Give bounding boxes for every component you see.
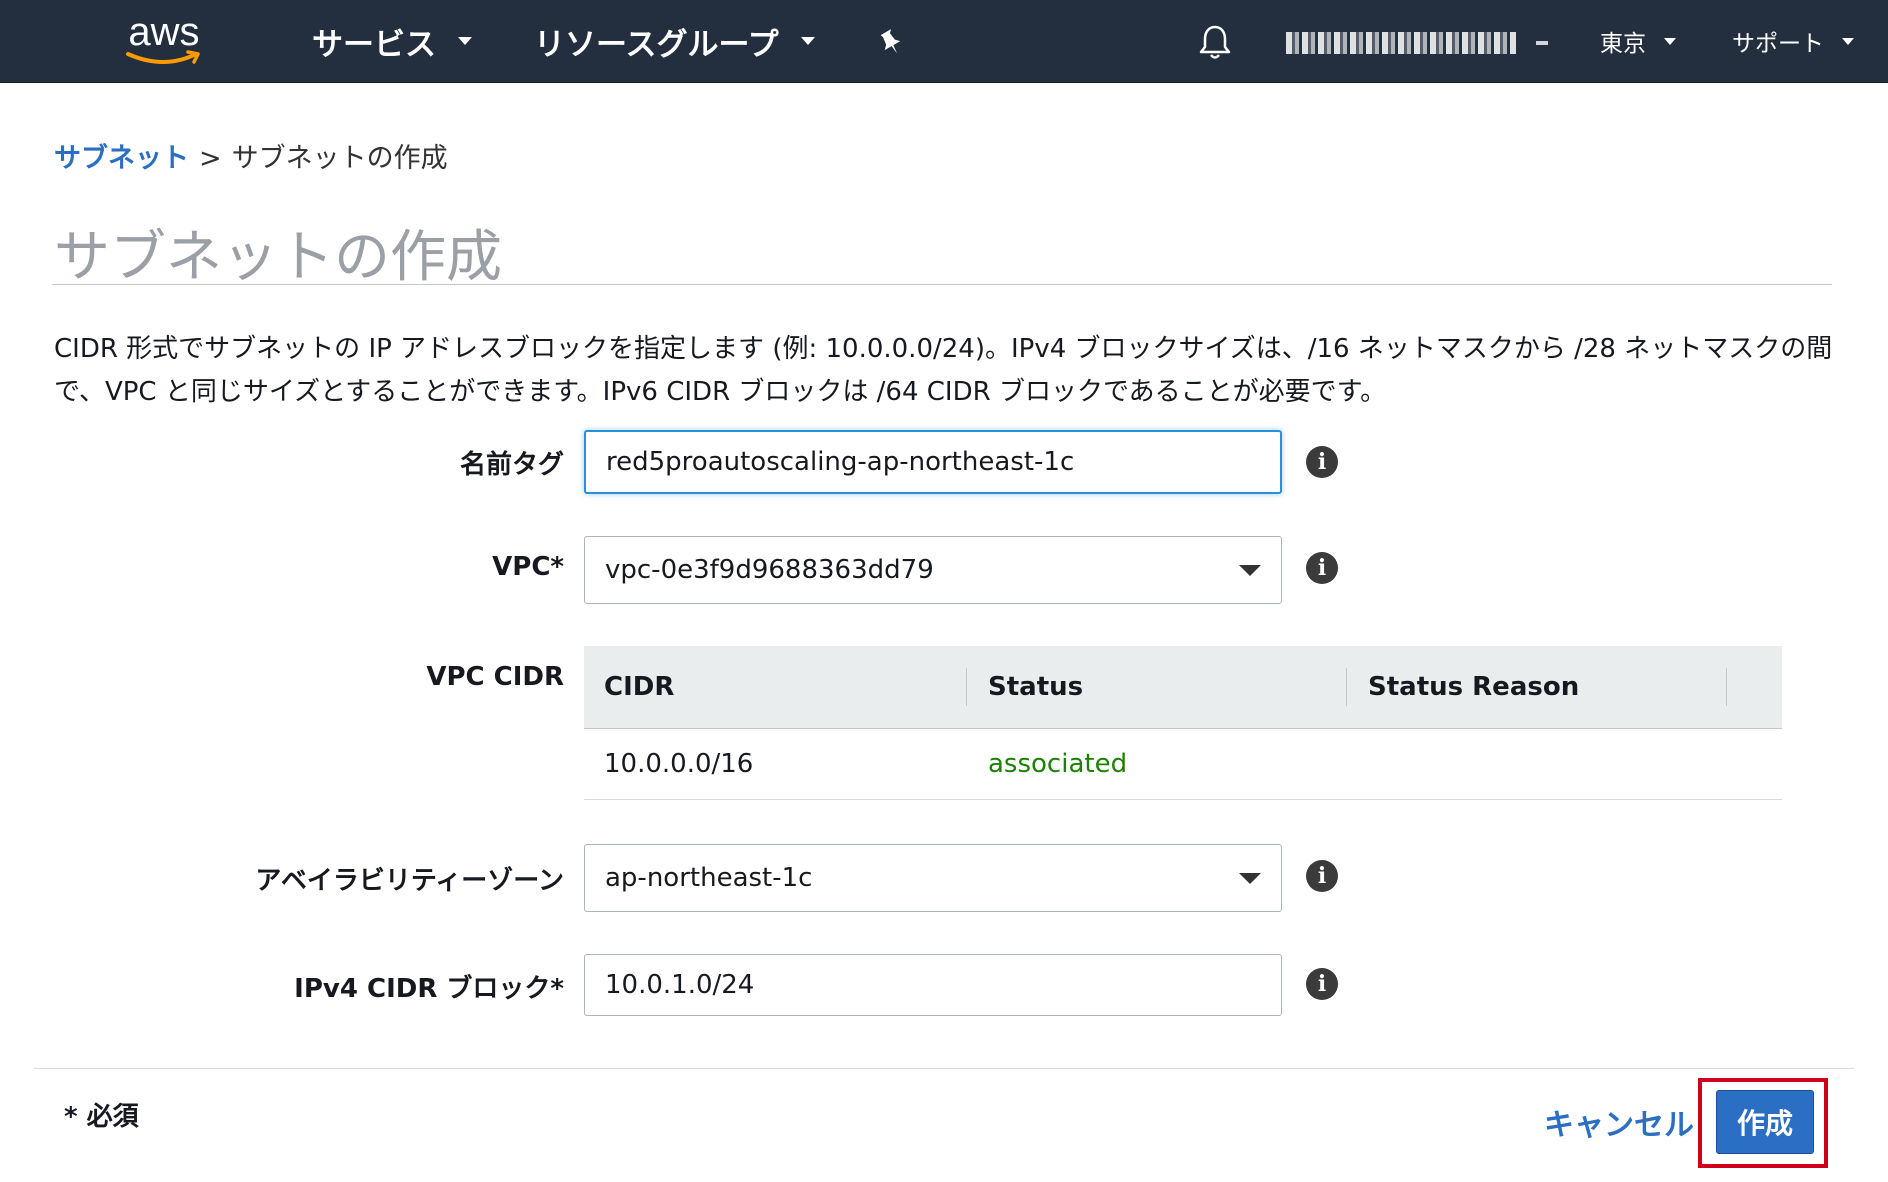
chevron-down-icon xyxy=(1664,37,1676,45)
aws-logo[interactable]: aws xyxy=(118,8,210,72)
support-menu[interactable]: サポート xyxy=(1732,0,1854,82)
vpc-cidr-label: VPC CIDR xyxy=(426,662,564,692)
availability-zone-label: アベイラビリティーゾーン xyxy=(255,866,564,896)
name-tag-label: 名前タグ xyxy=(459,450,564,480)
page-description: CIDR 形式でサブネットの IP アドレスブロックを指定します (例: 10.… xyxy=(54,334,1833,407)
resource-groups-label: リソースグループ xyxy=(534,26,779,63)
ipv4-cidr-input[interactable] xyxy=(584,954,1282,1016)
info-icon[interactable]: i xyxy=(1306,860,1338,892)
info-icon[interactable]: i xyxy=(1306,446,1338,478)
name-tag-input[interactable] xyxy=(584,430,1282,494)
services-menu[interactable]: サービス xyxy=(312,0,472,82)
chevron-down-icon xyxy=(800,37,815,45)
column-divider xyxy=(966,668,967,706)
column-header-cidr: CIDR xyxy=(604,672,675,702)
cell-status: associated xyxy=(988,749,1128,779)
required-note: * 必須 xyxy=(64,1102,139,1132)
cancel-button[interactable]: キャンセル xyxy=(1544,1100,1694,1144)
aws-logo-text: aws xyxy=(128,10,200,54)
region-menu[interactable]: 東京 xyxy=(1600,0,1676,82)
account-menu-caret[interactable] xyxy=(1536,41,1548,45)
ipv4-cidr-label: IPv4 CIDR ブロック* xyxy=(294,974,564,1004)
dropdown-arrow-icon xyxy=(1239,565,1261,576)
info-icon[interactable]: i xyxy=(1306,968,1338,1000)
column-divider xyxy=(1346,668,1347,706)
footer-divider xyxy=(34,1068,1854,1069)
support-label: サポート xyxy=(1732,31,1824,57)
availability-zone-selected-value: ap-northeast-1c xyxy=(605,863,813,893)
breadcrumb-current: サブネットの作成 xyxy=(231,143,448,174)
info-icon[interactable]: i xyxy=(1306,552,1338,584)
breadcrumb-separator: > xyxy=(199,143,222,174)
create-button[interactable]: 作成 xyxy=(1716,1090,1814,1154)
services-label: サービス xyxy=(312,26,436,63)
column-divider xyxy=(1726,668,1727,706)
availability-zone-select[interactable]: ap-northeast-1c xyxy=(584,844,1282,912)
account-name-obscured[interactable] xyxy=(1286,32,1516,54)
resource-groups-menu[interactable]: リソースグループ xyxy=(534,0,815,82)
breadcrumb-subnets-link[interactable]: サブネット xyxy=(54,143,189,174)
top-navigation-bar: aws サービス リソースグループ 東京 サポート xyxy=(0,0,1888,83)
notification-bell-icon[interactable] xyxy=(1198,24,1232,60)
vpc-label: VPC* xyxy=(492,552,564,582)
title-divider xyxy=(52,284,1832,285)
page-title: サブネットの作成 xyxy=(54,225,502,290)
chevron-down-icon xyxy=(458,37,472,45)
region-label: 東京 xyxy=(1600,31,1646,57)
table-header: CIDR Status Status Reason xyxy=(584,646,1782,729)
column-header-status-reason: Status Reason xyxy=(1368,672,1580,702)
chevron-down-icon xyxy=(1842,37,1854,45)
column-header-status: Status xyxy=(988,672,1084,702)
pin-icon[interactable] xyxy=(876,28,906,58)
aws-smile-icon xyxy=(126,50,200,64)
vpc-cidr-table: CIDR Status Status Reason 10.0.0.0/16 as… xyxy=(584,646,1782,800)
table-row: 10.0.0.0/16 associated xyxy=(584,729,1782,800)
vpc-selected-value: vpc-0e3f9d9688363dd79 xyxy=(605,555,934,585)
cell-cidr: 10.0.0.0/16 xyxy=(604,749,754,779)
breadcrumb: サブネット > サブネットの作成 xyxy=(54,136,448,175)
vpc-select[interactable]: vpc-0e3f9d9688363dd79 xyxy=(584,536,1282,604)
dropdown-arrow-icon xyxy=(1239,873,1261,884)
